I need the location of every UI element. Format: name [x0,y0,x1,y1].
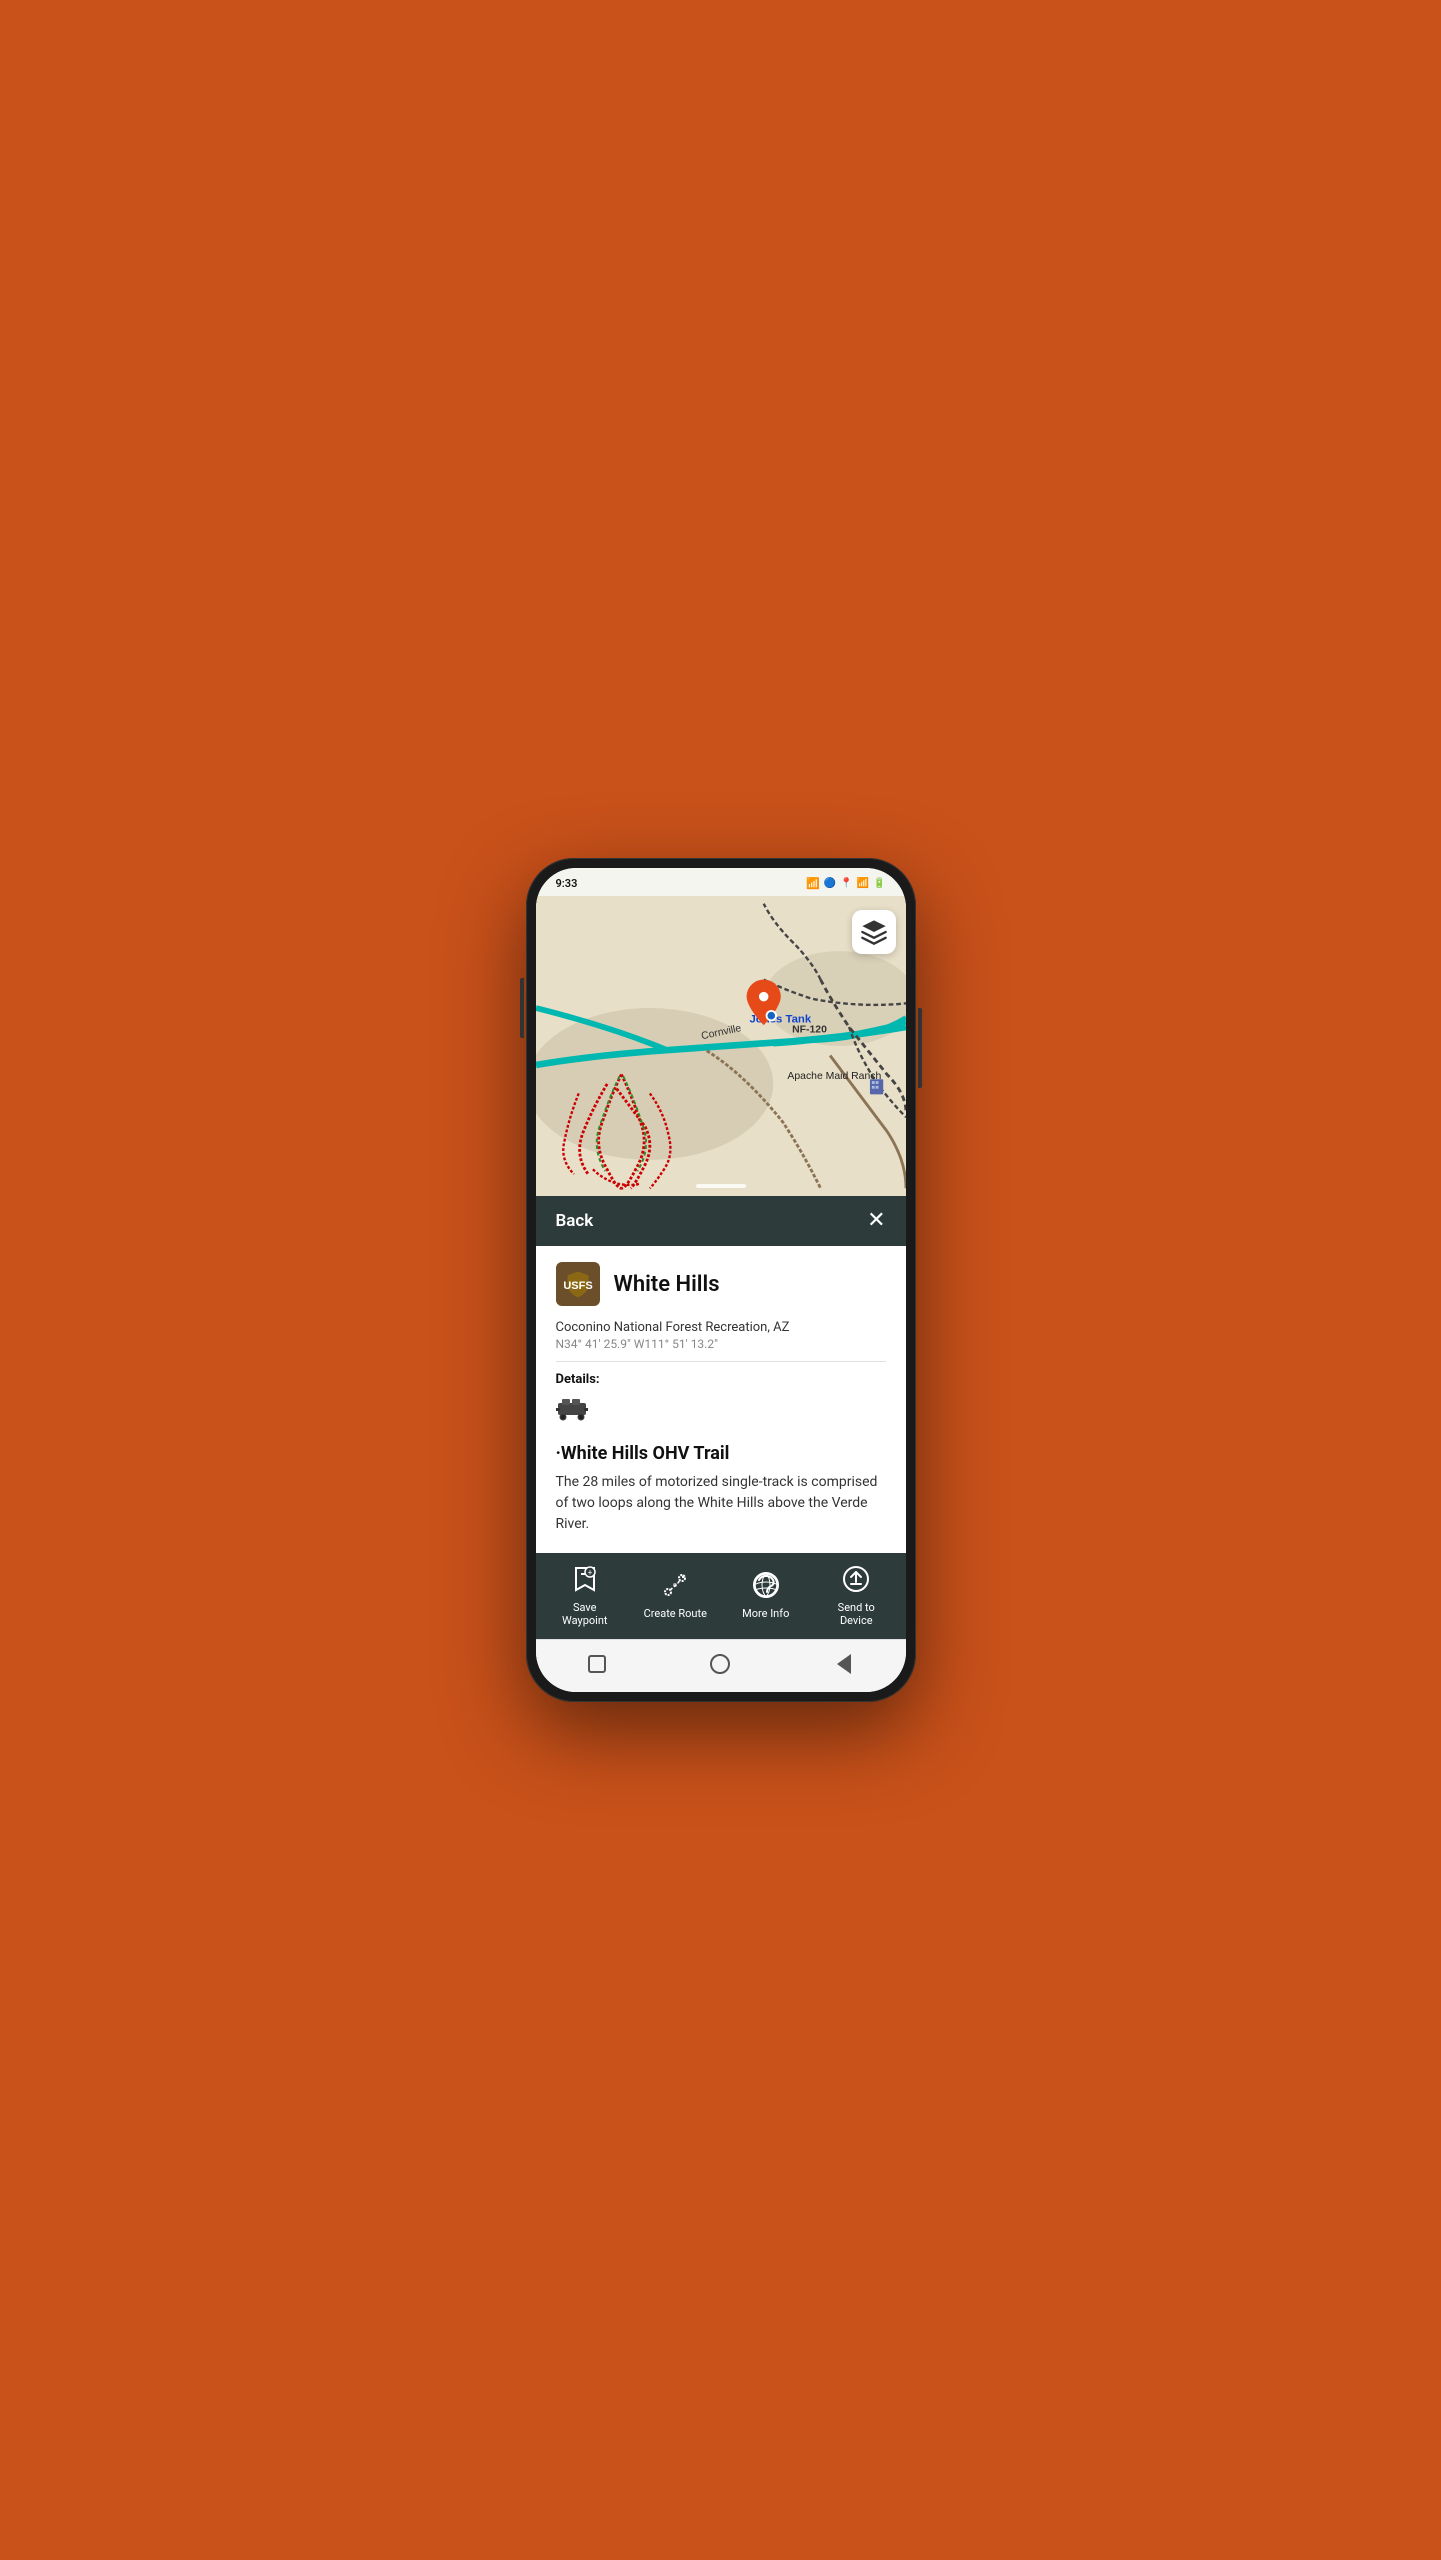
map-background: Cornville NF-120 Bea... Apache Maid Ranc… [536,896,906,1196]
trail-description: The 28 miles of motorized single-track i… [556,1472,886,1535]
svg-text:Apache Maid Ranch: Apache Maid Ranch [787,1071,881,1082]
layer-button[interactable] [852,910,896,954]
nav-home-button[interactable] [706,1650,734,1678]
poi-icon: USFS [556,1262,600,1306]
trail-title: ·White Hills OHV Trail [556,1443,886,1464]
more-info-action[interactable]: More Info [731,1567,801,1620]
drag-handle[interactable] [696,1184,746,1188]
send-to-device-action[interactable]: Send toDevice [821,1561,891,1627]
wifi-icon: 📶 [857,878,869,889]
square-icon [588,1655,606,1673]
details-label: Details: [556,1372,886,1387]
svg-text:NF-120: NF-120 [792,1025,827,1036]
create-route-action[interactable]: Create Route [640,1567,710,1620]
save-waypoint-action[interactable]: + SaveWaypoint [550,1561,620,1627]
save-waypoint-icon: + [567,1561,603,1597]
action-bar: + SaveWaypoint [536,1553,906,1639]
back-nav-icon [837,1654,851,1674]
close-button[interactable]: ✕ [867,1210,885,1232]
poi-title: White Hills [614,1272,720,1297]
circle-icon [710,1654,730,1674]
map-container[interactable]: Cornville NF-120 Bea... Apache Maid Ranc… [536,896,906,1196]
status-icons: 📶 🔵 📍 📶 🔋 [806,877,886,890]
back-button[interactable]: Back [556,1211,594,1231]
nav-bar [536,1639,906,1692]
sheet-header: Back ✕ [536,1196,906,1246]
create-route-label: Create Route [644,1607,707,1620]
status-time: 9:33 [556,877,578,890]
poi-coords: N34° 41' 25.9" W111° 51' 13.2" [556,1337,886,1362]
phone-screen: 9:33 📶 🔵 📍 📶 🔋 [536,868,906,1692]
more-info-icon [748,1567,784,1603]
bottom-sheet: Back ✕ USFS White Hills Coconino [536,1196,906,1692]
details-icons [556,1395,886,1427]
svg-text:+: + [587,1568,592,1577]
bluetooth-icon: 🔵 [824,878,836,889]
save-waypoint-label: SaveWaypoint [562,1601,608,1627]
sheet-content: USFS White Hills Coconino National Fores… [536,1246,906,1553]
poi-header: USFS White Hills [556,1262,886,1306]
send-to-device-icon [838,1561,874,1597]
svg-text:USFS: USFS [563,1280,592,1292]
send-to-device-label: Send toDevice [838,1601,875,1627]
signal-icon: 📶 [806,877,820,890]
status-bar: 9:33 📶 🔵 📍 📶 🔋 [536,868,906,896]
more-info-label: More Info [742,1607,789,1620]
create-route-icon [657,1567,693,1603]
poi-location: Coconino National Forest Recreation, AZ [556,1320,886,1335]
phone-frame: 9:33 📶 🔵 📍 📶 🔋 [526,858,916,1702]
vehicle-icon [556,1395,588,1427]
battery-icon: 🔋 [873,878,885,889]
location-pin-icon: 📍 [840,878,852,889]
nav-square-button[interactable] [583,1650,611,1678]
nav-back-button[interactable] [830,1650,858,1678]
